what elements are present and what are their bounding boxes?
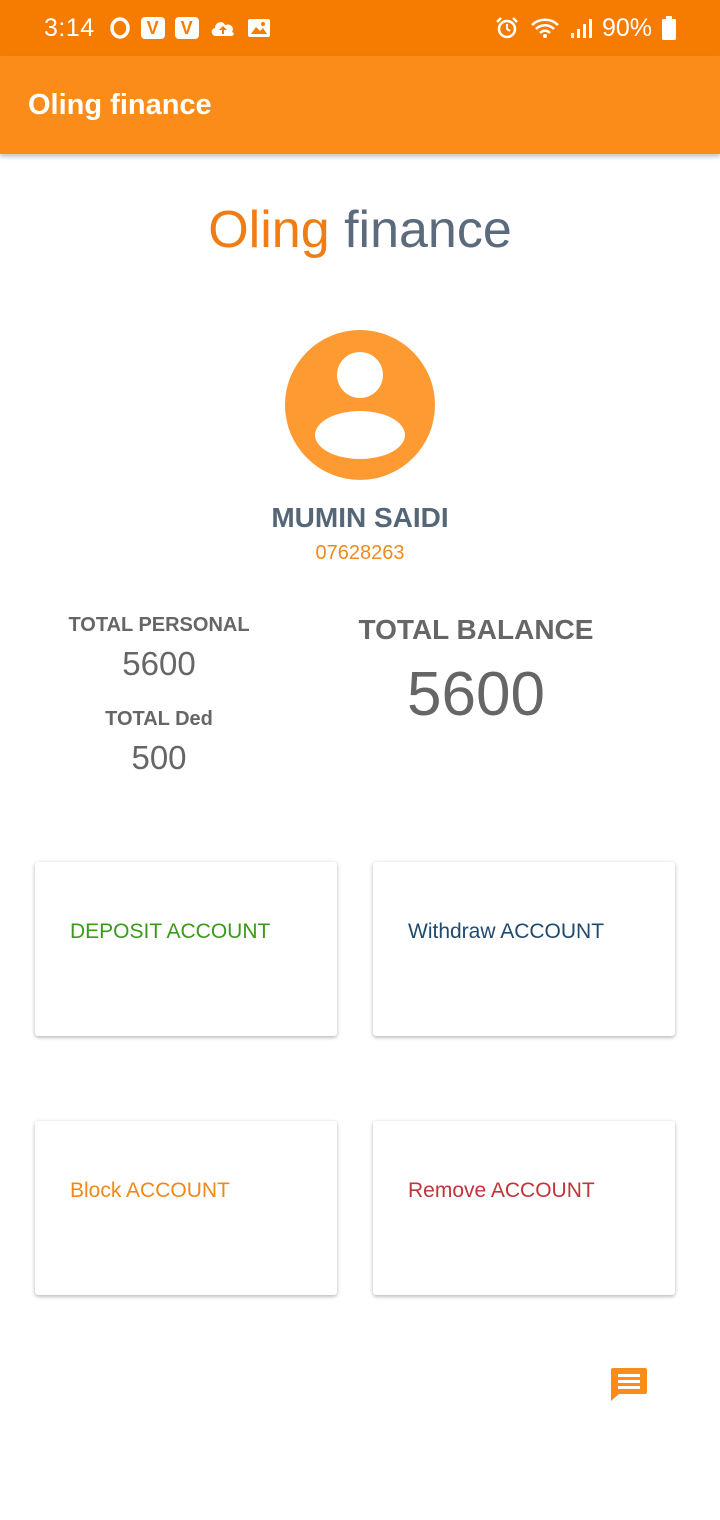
- battery-icon: [662, 16, 676, 40]
- alarm-icon: [494, 15, 520, 41]
- total-balance-label: TOTAL BALANCE: [358, 614, 594, 645]
- avatar: [285, 330, 435, 480]
- remove-account-label: Remove ACCOUNT: [408, 1179, 595, 1202]
- app-bar: Oling finance: [0, 56, 720, 154]
- chat-icon[interactable]: [609, 1364, 649, 1404]
- app-bar-title: Oling finance: [28, 88, 212, 121]
- battery-percentage: 90%: [601, 13, 652, 42]
- withdraw-account-card[interactable]: Withdraw ACCOUNT: [373, 862, 675, 1036]
- total-ded-value: 500: [131, 739, 187, 776]
- block-account-card[interactable]: Block ACCOUNT: [35, 1121, 337, 1295]
- status-time: 3:14: [44, 13, 95, 42]
- remove-account-card[interactable]: Remove ACCOUNT: [373, 1121, 675, 1295]
- image-icon: [247, 17, 271, 39]
- cloud-upload-icon: [209, 17, 237, 39]
- brand-title-part1: Oling: [208, 201, 330, 259]
- total-personal-label: TOTAL PERSONAL: [68, 614, 250, 636]
- opera-icon: [109, 16, 131, 40]
- user-phone: 07628263: [315, 542, 405, 564]
- total-balance-value: 5600: [407, 660, 545, 729]
- brand-title-part2: finance: [344, 201, 512, 259]
- user-avatar-icon: [315, 352, 405, 459]
- status-bar: 3:14 V V 90%: [0, 0, 720, 56]
- status-right: 90%: [494, 14, 676, 43]
- status-left: 3:14 V V: [44, 14, 271, 43]
- v-app-icon: V: [174, 17, 199, 39]
- total-ded-label: TOTAL Ded: [105, 708, 213, 730]
- deposit-account-label: DEPOSIT ACCOUNT: [70, 920, 271, 943]
- wifi-icon: [530, 16, 560, 40]
- block-account-label: Block ACCOUNT: [70, 1179, 230, 1202]
- signal-icon: [570, 17, 592, 39]
- brand-title: Oling finance: [0, 196, 720, 264]
- v-app-icon: V: [140, 17, 165, 39]
- total-personal-value: 5600: [122, 645, 196, 682]
- withdraw-account-label: Withdraw ACCOUNT: [408, 920, 605, 943]
- user-name: MUMIN SAIDI: [271, 502, 449, 533]
- deposit-account-card[interactable]: DEPOSIT ACCOUNT: [35, 862, 337, 1036]
